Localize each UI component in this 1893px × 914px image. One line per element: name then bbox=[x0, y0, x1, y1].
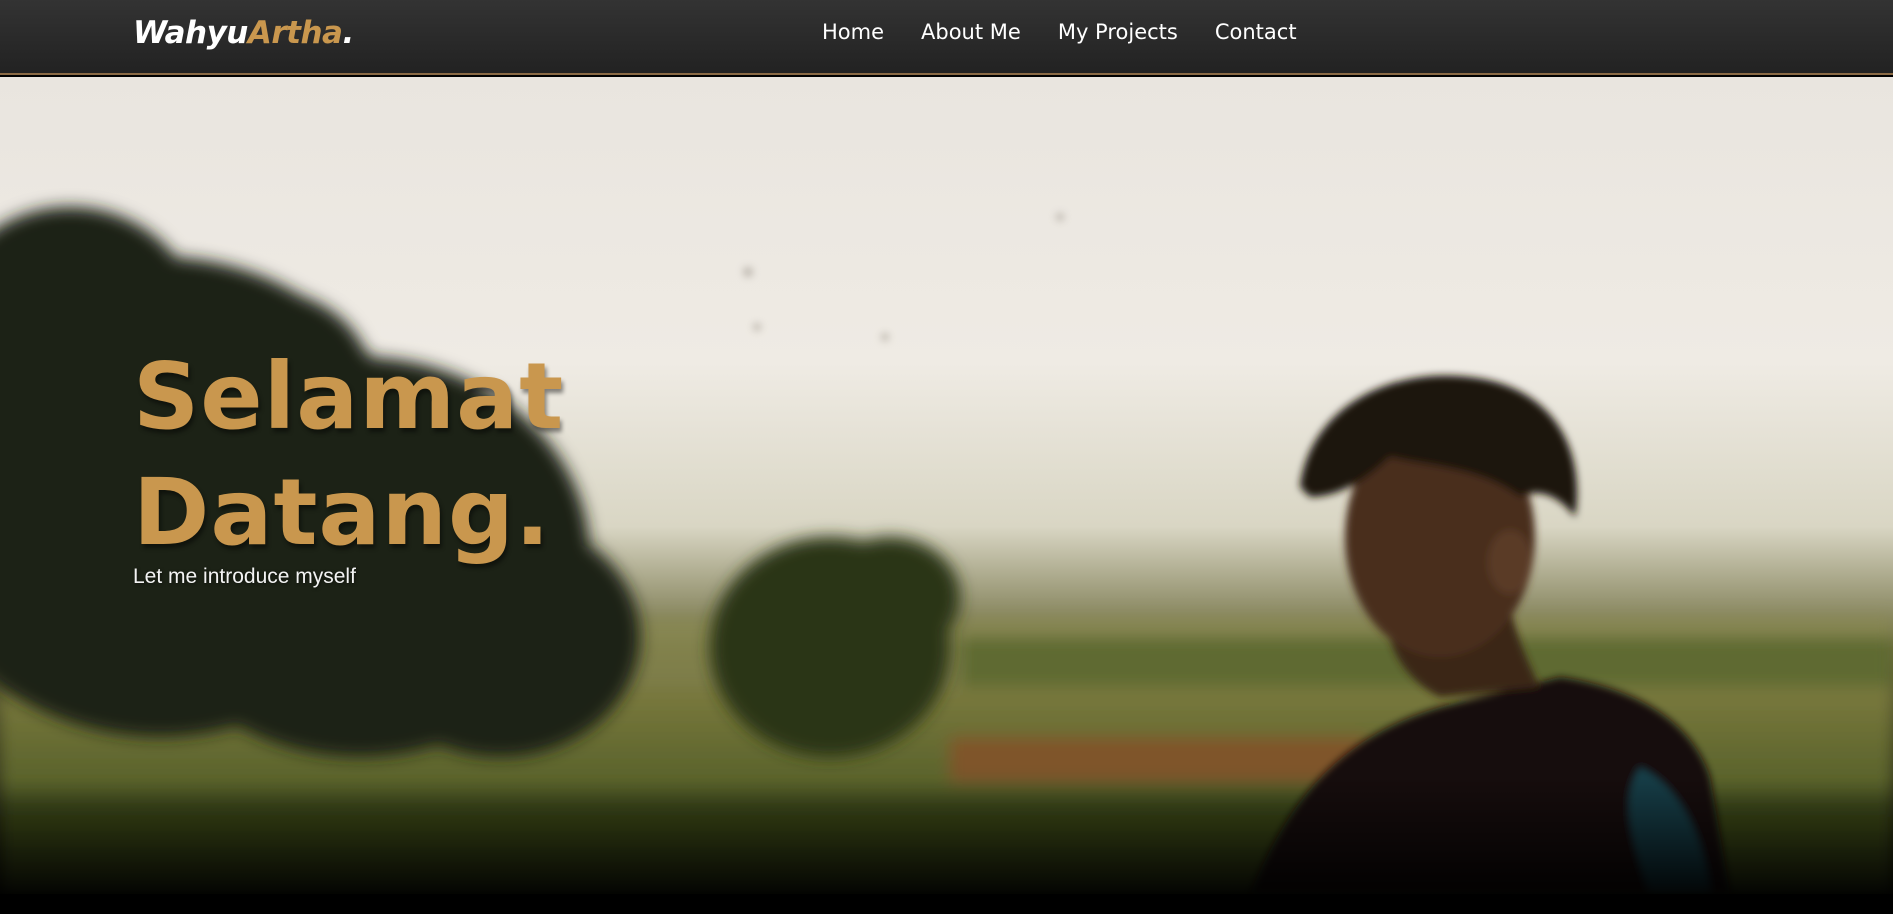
hero-title: Selamat Datang. bbox=[133, 339, 564, 571]
hero-title-line1: Selamat bbox=[133, 343, 565, 450]
brand-dot: . bbox=[342, 15, 354, 51]
hero-title-line2: Datang. bbox=[133, 459, 551, 566]
brand-logo[interactable]: WahyuArtha. bbox=[133, 15, 354, 51]
nav-menu: Home About Me My Projects Contact bbox=[822, 19, 1334, 45]
nav-home-link[interactable]: Home bbox=[822, 19, 902, 45]
navbar: WahyuArtha. Home About Me My Projects Co… bbox=[0, 0, 1893, 75]
brand-first: Wahyu bbox=[133, 15, 248, 51]
hero-subtitle: Let me introduce myself bbox=[133, 565, 356, 588]
nav-projects-link[interactable]: My Projects bbox=[1058, 19, 1196, 45]
nav-about-link[interactable]: About Me bbox=[921, 19, 1039, 45]
brand-second: Artha bbox=[247, 15, 343, 51]
hero-section: Selamat Datang. Let me introduce myself bbox=[0, 77, 1893, 894]
nav-contact-link[interactable]: Contact bbox=[1215, 19, 1315, 45]
page-bottom-band bbox=[0, 894, 1893, 914]
